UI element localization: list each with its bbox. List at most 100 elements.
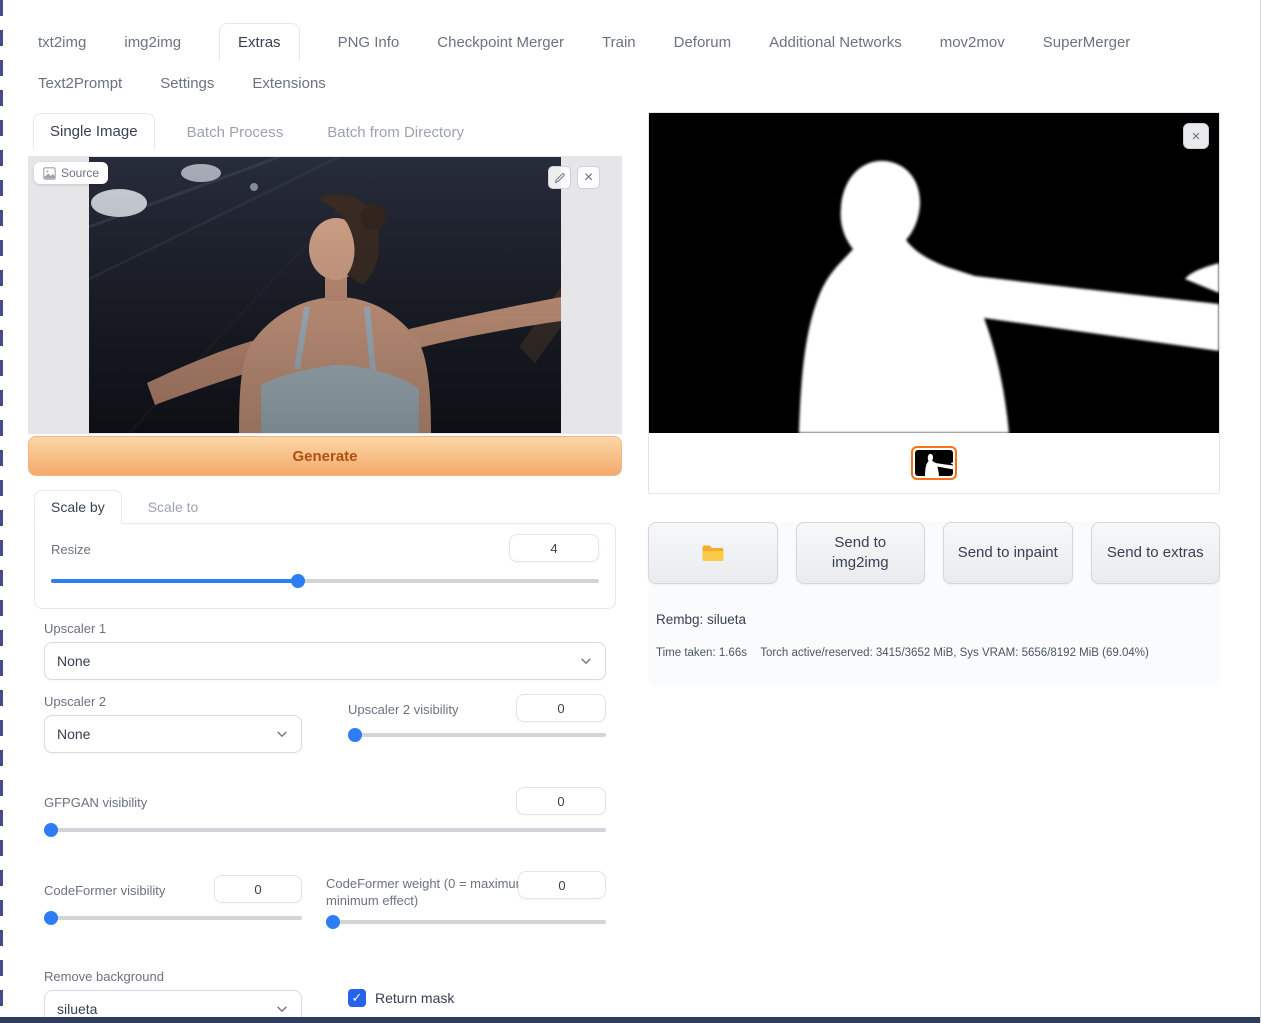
slider-handle[interactable] <box>326 915 340 929</box>
codeformer-visibility-input[interactable] <box>214 875 302 903</box>
tab-mov2mov[interactable]: mov2mov <box>940 34 1005 51</box>
scale-by-panel: Resize <box>34 523 616 609</box>
source-photo-dancer <box>89 157 561 433</box>
result-mask-image <box>649 113 1219 433</box>
send-to-extras-button[interactable]: Send to extras <box>1090 522 1220 584</box>
upscaler2-dropdown[interactable]: None <box>44 715 302 753</box>
extras-output-column: × Send to img2img Send to inpaint Send t… <box>648 112 1220 1023</box>
tab-deforum[interactable]: Deforum <box>674 34 732 51</box>
return-mask-label: Return mask <box>375 990 455 1006</box>
pencil-icon <box>554 172 565 183</box>
thumbnail-mask-image <box>915 450 953 476</box>
upscaler1-section: Upscaler 1 None <box>44 621 606 680</box>
source-label-chip: Source <box>34 162 109 184</box>
subtab-single-image[interactable]: Single Image <box>33 113 155 150</box>
remove-background-value: silueta <box>57 1001 98 1017</box>
codeformer-weight-input[interactable] <box>518 871 606 899</box>
tab-settings[interactable]: Settings <box>160 75 214 92</box>
upscaler2-section: Upscaler 2 None Upscaler 2 visibility <box>44 694 606 753</box>
slider-track <box>348 733 606 737</box>
checkbox-checked-icon: ✓ <box>348 989 366 1007</box>
upscaler1-dropdown[interactable]: None <box>44 642 606 680</box>
gfpgan-visibility-label: GFPGAN visibility <box>44 795 148 810</box>
source-label: Source <box>61 166 100 180</box>
generation-stats: Time taken: 1.66s Torch active/reserved:… <box>656 647 1220 659</box>
chevron-down-icon <box>581 658 591 665</box>
tab-png-info[interactable]: PNG Info <box>338 34 400 51</box>
upscaler2-visibility-label: Upscaler 2 visibility <box>348 702 459 717</box>
slider-handle[interactable] <box>290 574 305 588</box>
slider-handle[interactable] <box>348 728 362 742</box>
tab-scale-by[interactable]: Scale by <box>34 490 122 524</box>
slider-track <box>326 920 606 924</box>
top-navigation: txt2img img2img Extras PNG Info Checkpoi… <box>0 0 1260 102</box>
nav-row-2: Text2Prompt Settings Extensions <box>38 64 1260 102</box>
slider-fill <box>51 579 298 583</box>
upscaler2-visibility-input[interactable] <box>516 694 606 722</box>
tab-train[interactable]: Train <box>602 34 636 51</box>
gfpgan-visibility-slider[interactable] <box>44 823 606 837</box>
tab-checkpoint-merger[interactable]: Checkpoint Merger <box>437 34 564 51</box>
codeformer-section: CodeFormer visibility CodeFormer weight … <box>44 871 606 929</box>
tab-text2prompt[interactable]: Text2Prompt <box>38 75 122 92</box>
tab-supermerger[interactable]: SuperMerger <box>1043 34 1131 51</box>
codeformer-visibility-label: CodeFormer visibility <box>44 883 166 898</box>
send-to-img2img-button[interactable]: Send to img2img <box>795 522 925 584</box>
extras-subtabs: Single Image Batch Process Batch from Di… <box>33 112 622 150</box>
slider-track <box>44 828 606 832</box>
tab-img2img[interactable]: img2img <box>124 34 181 51</box>
upscaler2-visibility-slider[interactable] <box>348 728 606 742</box>
slider-track <box>44 916 302 920</box>
open-folder-button[interactable] <box>648 522 778 584</box>
scale-tabs: Scale by Scale to <box>34 490 616 524</box>
upscaler1-value: None <box>57 653 91 669</box>
codeformer-visibility-slider[interactable] <box>44 911 302 925</box>
tab-additional-networks[interactable]: Additional Networks <box>769 34 902 51</box>
send-buttons-row: Send to img2img Send to inpaint Send to … <box>648 522 1220 584</box>
upscaler-controls: Upscaler 1 None Upscaler 2 None Upscaler… <box>28 621 622 1023</box>
send-to-inpaint-button[interactable]: Send to inpaint <box>943 522 1073 584</box>
gallery-thumbnail-selected[interactable] <box>911 446 957 480</box>
tab-txt2img[interactable]: txt2img <box>38 34 86 51</box>
window-bottom-edge <box>0 1017 1260 1023</box>
source-image-panel[interactable]: Source × <box>28 156 622 434</box>
resize-label: Resize <box>51 542 91 557</box>
upscaler1-label: Upscaler 1 <box>44 621 107 636</box>
window-left-edge <box>0 0 3 1023</box>
chevron-down-icon <box>277 731 287 738</box>
result-image-view[interactable]: × <box>649 113 1219 433</box>
main-content: Single Image Batch Process Batch from Di… <box>0 102 1260 1023</box>
gallery-close-button[interactable]: × <box>1183 123 1209 149</box>
slider-handle[interactable] <box>44 911 58 925</box>
upscaler2-label: Upscaler 2 <box>44 694 107 709</box>
extras-left-column: Single Image Batch Process Batch from Di… <box>28 112 622 1023</box>
chevron-down-icon <box>277 1006 287 1013</box>
tab-extras[interactable]: Extras <box>219 22 300 62</box>
codeformer-weight-slider[interactable] <box>326 915 606 929</box>
upscaler2-value: None <box>57 726 91 742</box>
clear-image-button[interactable]: × <box>577 166 600 189</box>
close-icon: × <box>1191 127 1201 145</box>
result-gallery: × <box>648 112 1220 494</box>
remove-background-label: Remove background <box>44 969 164 984</box>
image-icon <box>43 166 56 180</box>
edit-image-button[interactable] <box>548 166 571 189</box>
gfpgan-visibility-input[interactable] <box>516 787 606 815</box>
tab-extensions[interactable]: Extensions <box>252 75 325 92</box>
source-panel-actions: × <box>548 166 600 189</box>
memory-stats-text: Torch active/reserved: 3415/3652 MiB, Sy… <box>760 647 1149 659</box>
subtab-batch-from-directory[interactable]: Batch from Directory <box>315 115 476 150</box>
return-mask-checkbox[interactable]: ✓ Return mask <box>348 989 606 1007</box>
slider-handle[interactable] <box>44 823 58 837</box>
resize-slider[interactable] <box>51 574 599 588</box>
resize-value-input[interactable] <box>509 534 599 562</box>
folder-icon <box>702 545 724 561</box>
nav-row-1: txt2img img2img Extras PNG Info Checkpoi… <box>38 20 1260 64</box>
scale-section: Scale by Scale to Resize <box>34 490 616 609</box>
generate-button[interactable]: Generate <box>28 436 622 476</box>
subtab-batch-process[interactable]: Batch Process <box>175 115 296 150</box>
close-icon: × <box>583 168 594 186</box>
rembg-status-text: Rembg: silueta <box>656 612 747 627</box>
gfpgan-section: GFPGAN visibility <box>44 787 606 837</box>
tab-scale-to[interactable]: Scale to <box>132 491 215 523</box>
